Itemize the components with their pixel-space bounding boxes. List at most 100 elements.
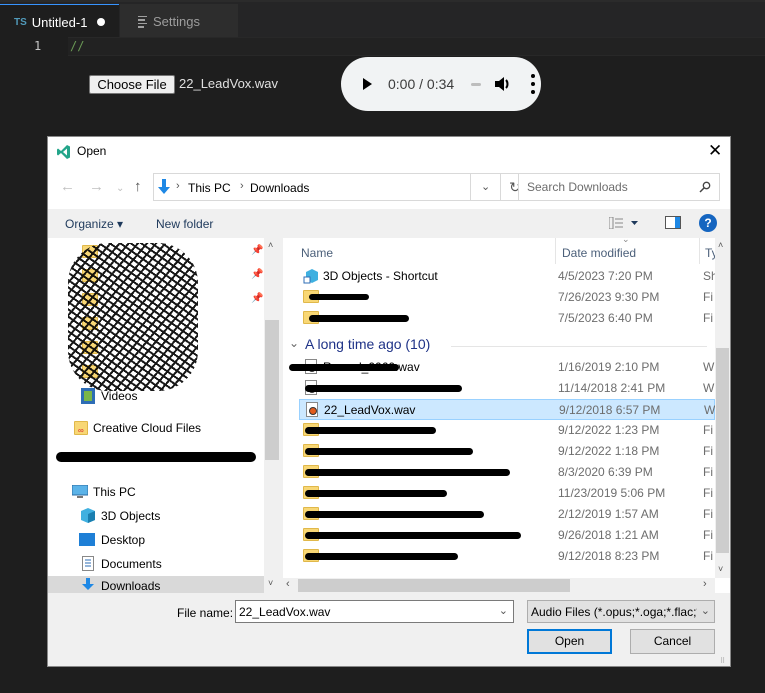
tab-label: Untitled-1	[31, 14, 88, 30]
scrollbar-thumb[interactable]	[716, 348, 729, 553]
scroll-up-icon[interactable]: ˄	[718, 240, 723, 250]
pin-icon[interactable]: 📌	[251, 245, 263, 256]
choose-file-button[interactable]: Choose File	[89, 75, 175, 94]
nav-item-videos[interactable]: Videos	[48, 385, 264, 407]
redaction-scribble	[305, 385, 462, 392]
file-row[interactable]: 9/12/2018 8:23 PM Fi	[299, 546, 715, 567]
search-icon	[699, 181, 711, 193]
breadcrumb-downloads[interactable]: Downloads	[250, 181, 309, 195]
redaction-scribble	[305, 553, 458, 560]
desktop-icon	[79, 533, 95, 546]
column-header-date[interactable]: ⌄ Date modified	[556, 234, 699, 266]
audio-player: 0:00 / 0:34	[341, 57, 541, 111]
group-header[interactable]: ⌄ A long time ago (10)	[287, 336, 707, 356]
redaction-scribble	[305, 532, 521, 539]
nav-label: Creative Cloud Files	[93, 421, 202, 435]
file-row[interactable]: 9/26/2018 1:21 AM Fi	[299, 525, 715, 546]
file-type: Sh	[703, 269, 715, 283]
forward-arrow-icon[interactable]: →	[89, 179, 104, 194]
computer-icon	[72, 485, 88, 498]
tab-untitled-1[interactable]: TS Untitled-1	[0, 4, 119, 39]
dialog-titlebar: Open ✕	[48, 137, 730, 167]
unsaved-dot-icon[interactable]	[97, 18, 106, 26]
creative-cloud-icon: ∞	[78, 426, 84, 435]
file-list-vertical-scrollbar[interactable]: ˄ ˅	[715, 238, 730, 578]
new-folder-button[interactable]: New folder	[156, 217, 213, 231]
pin-icon[interactable]: 📌	[251, 293, 263, 304]
file-row[interactable]: 11/23/2019 5:06 PM Fi	[299, 483, 715, 504]
navigation-pane: 📌 📌 📌 Videos ∞ Creative Cloud Files This…	[48, 238, 280, 593]
nav-item-downloads[interactable]: Downloads	[48, 576, 264, 593]
nav-item-creative-cloud[interactable]: ∞ Creative Cloud Files	[48, 417, 264, 439]
pin-icon[interactable]: 📌	[251, 269, 263, 280]
nav-item-this-pc[interactable]: This PC	[48, 481, 264, 503]
file-row[interactable]: 8/3/2020 6:39 PM Fi	[299, 462, 715, 483]
editor-line[interactable]: 1 //	[0, 37, 765, 56]
file-row[interactable]: Record_0060.wav1/16/2019 2:10 PMW	[289, 357, 715, 378]
nav-pane-scrollbar[interactable]: ˄ ˅	[264, 238, 280, 593]
file-type: Fi	[703, 444, 713, 458]
scroll-down-icon[interactable]: ˅	[718, 564, 723, 574]
file-list: Name ⌄ Date modified Ty 3D Objects - Sho…	[283, 234, 730, 593]
scroll-left-icon[interactable]: ‹	[286, 578, 290, 590]
file-list-horizontal-scrollbar[interactable]: ‹ ›	[283, 578, 715, 593]
address-bar[interactable]: › This PC › Downloads	[153, 173, 471, 201]
file-row-selected[interactable]: 22_LeadVox.wav 9/12/2018 6:57 PM W	[299, 399, 715, 420]
file-type: Fi	[703, 290, 713, 304]
more-options-icon[interactable]	[531, 74, 535, 94]
file-name-input[interactable]: 22_LeadVox.wav ⌄	[235, 600, 514, 623]
scroll-down-icon[interactable]: ˅	[268, 578, 273, 588]
help-icon[interactable]: ?	[699, 214, 717, 232]
resize-grip-icon[interactable]: ⠿	[720, 657, 725, 665]
scroll-up-icon[interactable]: ˄	[268, 240, 273, 250]
redaction-scribble	[309, 294, 369, 300]
back-arrow-icon[interactable]: ←	[60, 179, 75, 194]
audio-seek-bar[interactable]	[471, 83, 481, 86]
redaction-scribble	[309, 315, 409, 322]
search-input[interactable]: Search Downloads	[518, 173, 720, 201]
recent-locations-icon[interactable]: ⌄	[116, 181, 124, 196]
redaction-scribble	[68, 243, 198, 391]
group-label: A long time ago (10)	[305, 336, 431, 352]
file-row[interactable]: 9/12/2022 1:18 PM Fi	[299, 441, 715, 462]
file-date: 7/5/2023 6:40 PM	[558, 311, 653, 325]
file-row[interactable]: 2/12/2019 1:57 AM Fi	[299, 504, 715, 525]
scrollbar-thumb[interactable]	[265, 320, 279, 460]
up-arrow-icon[interactable]: ↑	[134, 179, 142, 194]
navigation-bar: ← → ⌄ ↑ › This PC › Downloads ⌄ ↻ Search…	[48, 167, 730, 209]
breadcrumb-this-pc[interactable]: This PC	[188, 181, 231, 195]
chevron-down-icon: ⌄	[481, 181, 491, 193]
file-date: 9/12/2022 1:18 PM	[558, 444, 660, 458]
nav-item-3d-objects[interactable]: 3D Objects	[48, 505, 264, 527]
nav-item-documents[interactable]: Documents	[48, 553, 264, 575]
file-row[interactable]: 7/26/2023 9:30 PM Fi	[299, 287, 715, 308]
address-dropdown[interactable]: ⌄	[471, 173, 501, 201]
file-date: 9/26/2018 1:21 AM	[558, 528, 659, 542]
file-row[interactable]: 7/5/2023 6:40 PM Fi	[299, 308, 715, 329]
redaction-scribble	[56, 452, 256, 462]
volume-icon[interactable]	[493, 75, 513, 93]
file-type-filter[interactable]: Audio Files (*.opus;*.oga;*.flac;* ⌄	[527, 600, 715, 623]
cancel-button[interactable]: Cancel	[630, 629, 715, 654]
open-file-dialog: Open ✕ ← → ⌄ ↑ › This PC › Downloads ⌄ ↻…	[47, 136, 731, 667]
nav-item-desktop[interactable]: Desktop	[48, 529, 264, 551]
column-header-name[interactable]: Name	[283, 238, 555, 266]
column-header-type[interactable]: Ty	[700, 238, 718, 266]
view-options-icon[interactable]	[609, 217, 639, 229]
file-row[interactable]: 3D Objects - Shortcut 4/5/2023 7:20 PM S…	[299, 266, 715, 287]
file-row[interactable]: 9/12/2022 1:23 PM Fi	[299, 420, 715, 441]
file-row[interactable]: 11/14/2018 2:41 PM W	[299, 378, 715, 399]
organize-button[interactable]: Organize ▾	[65, 217, 123, 231]
file-date: 4/5/2023 7:20 PM	[558, 269, 653, 283]
open-button[interactable]: Open	[527, 629, 612, 654]
scrollbar-thumb[interactable]	[298, 579, 570, 592]
chevron-down-icon[interactable]: ⌄	[499, 604, 508, 617]
scroll-right-icon[interactable]: ›	[703, 578, 707, 590]
preview-pane-icon[interactable]	[665, 216, 681, 229]
close-icon[interactable]: ✕	[708, 142, 722, 160]
redaction-scribble	[305, 469, 510, 476]
tab-settings[interactable]: Settings	[120, 4, 239, 39]
collapse-chevron-icon[interactable]: ⌄	[289, 336, 299, 350]
file-date: 9/12/2022 1:23 PM	[558, 423, 660, 437]
play-icon[interactable]	[363, 78, 372, 90]
